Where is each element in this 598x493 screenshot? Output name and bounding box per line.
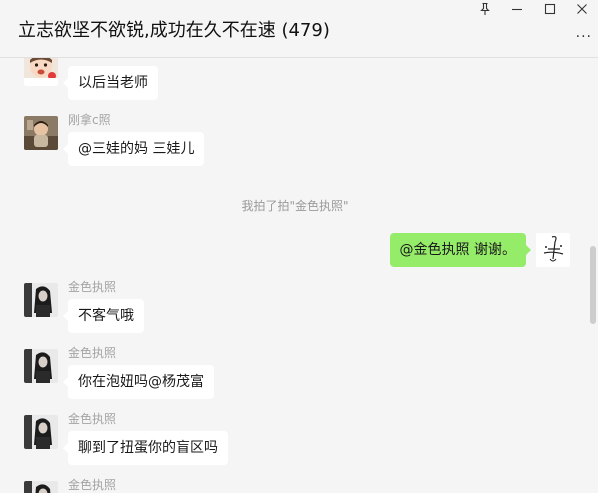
avatar-member[interactable] [24, 283, 58, 317]
sender-name: 刚拿c照 [68, 113, 111, 127]
avatar-member[interactable] [24, 349, 58, 383]
maximize-icon[interactable] [543, 2, 557, 16]
avatar-member[interactable] [24, 415, 58, 449]
avatar-baby[interactable] [24, 58, 58, 86]
message-bubble-self[interactable]: @金色执照 谢谢。 [389, 233, 532, 267]
sender-name: 金色执照 [68, 280, 117, 294]
sender-name: 金色执照 [68, 478, 117, 492]
system-tip: 我拍了拍"金色执照" [241, 199, 349, 213]
message-bubble[interactable]: 不客气哦 [63, 299, 144, 333]
message-bubble[interactable]: 以后当老师 [63, 66, 158, 100]
message-bubble[interactable]: 你在泡妞吗@杨茂富 [63, 365, 214, 399]
minimize-icon[interactable] [510, 2, 524, 16]
chat-header: 立志欲坚不欲锐,成功在久不在速 (479) ··· [0, 0, 598, 58]
message-list[interactable]: 以后当老师 刚拿c照 @三娃的妈 三娃儿 我拍了拍"金色执照" @金色执照 谢谢… [0, 58, 598, 493]
more-options-icon[interactable]: ··· [576, 30, 592, 44]
scrollbar[interactable] [590, 246, 596, 324]
pin-icon[interactable] [478, 2, 492, 16]
message-bubble[interactable]: 聊到了扭蛋你的盲区吗 [63, 431, 228, 465]
avatar-self[interactable] [536, 233, 570, 267]
message-bubble[interactable]: @三娃的妈 三娃儿 [62, 132, 205, 166]
sender-name: 金色执照 [68, 346, 117, 360]
avatar-member[interactable] [24, 481, 58, 493]
close-icon[interactable] [575, 2, 589, 16]
sender-name: 金色执照 [68, 412, 117, 426]
chat-title: 立志欲坚不欲锐,成功在久不在速 (479) [18, 20, 330, 41]
avatar-child[interactable] [24, 116, 58, 150]
